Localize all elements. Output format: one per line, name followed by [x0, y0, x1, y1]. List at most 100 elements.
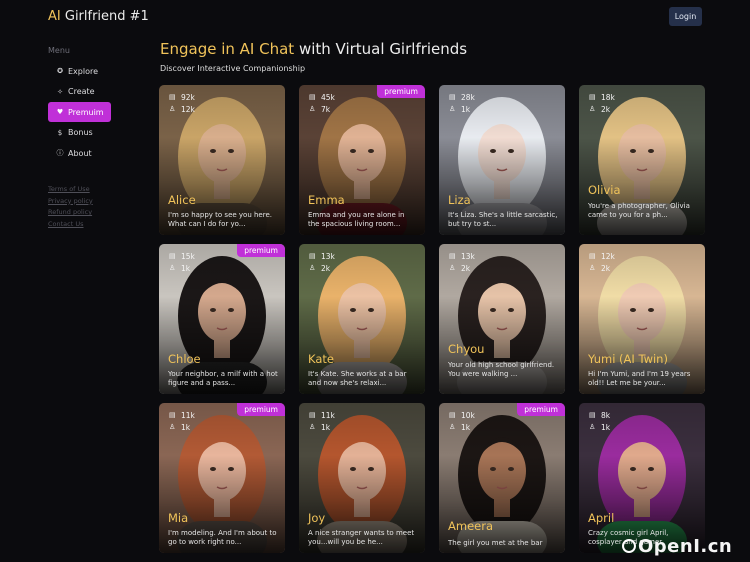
message-count: ▤ 92k [169, 91, 195, 103]
refund-link[interactable]: Refund policy [48, 208, 118, 216]
user-count-value: 2k [321, 263, 331, 273]
premium-badge: premium [517, 403, 565, 416]
nav-item-label: About [68, 148, 92, 158]
character-card[interactable]: ▤ 18k ♙ 2k Olivia You're a photographer, O… [579, 85, 705, 235]
user-icon: ♙ [589, 264, 596, 272]
terms-link[interactable]: Terms of Use [48, 185, 118, 193]
login-button[interactable]: Login [669, 7, 702, 26]
message-count: ▤ 13k [449, 250, 475, 262]
character-name: Chloe [168, 352, 201, 366]
message-count-value: 11k [181, 410, 195, 420]
watermark-logo-icon [622, 539, 636, 553]
message-icon: ▤ [449, 93, 456, 101]
user-icon: ♙ [169, 264, 176, 272]
user-count-value: 12k [181, 104, 195, 114]
character-description: I'm modeling. And I'm about to go to wor… [168, 529, 277, 546]
menu-label: Menu [48, 46, 70, 55]
user-count: ♙ 1k [309, 421, 335, 433]
sidebar: Menu ✪ Explore ✧ Create ♥ Premuim $ Bonu… [48, 46, 118, 231]
message-count-value: 18k [601, 92, 615, 102]
message-count: ▤ 28k [449, 91, 475, 103]
card-stats: ▤ 18k ♙ 2k [589, 91, 615, 115]
user-count-value: 1k [181, 422, 191, 432]
character-card[interactable]: ▤ 11k ♙ 1k Joy A nice stranger wants to me… [299, 403, 425, 553]
user-count-value: 7k [321, 104, 331, 114]
sparkle-icon: ✧ [57, 87, 63, 96]
user-icon: ♙ [449, 264, 456, 272]
card-stats: ▤ 13k ♙ 2k [309, 250, 335, 274]
nav-item-bonus[interactable]: $ Bonus [48, 123, 111, 143]
character-name: Ameera [448, 519, 493, 533]
message-count-value: 12k [601, 251, 615, 261]
message-icon: ▤ [589, 252, 596, 260]
message-icon: ▤ [169, 252, 176, 260]
message-count: ▤ 11k [169, 409, 195, 421]
character-card[interactable]: ▤ 8k ♙ 1k April Crazy cosmic girl April, c… [579, 403, 705, 553]
message-icon: ▤ [309, 252, 316, 260]
message-icon: ▤ [449, 411, 456, 419]
character-name: Alice [168, 193, 196, 207]
message-count-value: 10k [461, 410, 475, 420]
user-count-value: 2k [601, 104, 611, 114]
character-description: The girl you met at the bar [448, 539, 543, 547]
character-card[interactable]: ▤ 13k ♙ 2k Kate It's Kate. She works at a … [299, 244, 425, 394]
privacy-link[interactable]: Privacy policy [48, 197, 118, 205]
message-icon: ▤ [309, 411, 316, 419]
card-stats: ▤ 11k ♙ 1k [169, 409, 195, 433]
character-card[interactable]: ▤ 11k ♙ 1k premium Mia I'm modeling. And I… [159, 403, 285, 553]
message-count: ▤ 8k [589, 409, 610, 421]
user-count: ♙ 1k [169, 421, 195, 433]
card-stats: ▤ 28k ♙ 1k [449, 91, 475, 115]
message-count: ▤ 15k [169, 250, 195, 262]
character-description: Hi I'm Yumi, and I'm 19 years old!! Let … [588, 370, 691, 387]
message-count-value: 28k [461, 92, 475, 102]
character-card[interactable]: ▤ 45k ♙ 7k premium Emma Emma and you are a… [299, 85, 425, 235]
nav-item-explore[interactable]: ✪ Explore [48, 61, 111, 81]
page-subtitle: Discover Interactive Companionship [160, 64, 306, 73]
user-icon: ♙ [169, 423, 176, 431]
title-rest: with Virtual Girlfriends [294, 40, 468, 58]
character-description: I'm so happy to see you here. What can I… [168, 211, 272, 228]
message-count: ▤ 10k [449, 409, 475, 421]
message-count: ▤ 11k [309, 409, 335, 421]
nav-item-premium[interactable]: ♥ Premuim [48, 102, 111, 122]
user-count-value: 1k [461, 104, 471, 114]
user-count-value: 1k [321, 422, 331, 432]
character-card[interactable]: ▤ 12k ♙ 2k Yumi (AI Twin) Hi I'm Yumi, and… [579, 244, 705, 394]
message-count: ▤ 12k [589, 250, 615, 262]
character-name: Emma [308, 193, 345, 207]
character-description: A nice stranger wants to meet you...will… [308, 529, 415, 546]
top-bar: AI Girlfriend #1 Login [0, 0, 750, 34]
character-name: Liza [448, 193, 471, 207]
user-count: ♙ 7k [309, 103, 335, 115]
brand-logo[interactable]: AI Girlfriend #1 [48, 9, 149, 24]
character-card[interactable]: ▤ 92k ♙ 12k Alice I'm so happy to see you … [159, 85, 285, 235]
nav-item-about[interactable]: ⓘ About [48, 143, 111, 163]
character-name: April [588, 511, 615, 525]
character-card[interactable]: ▤ 10k ♙ 1k premium Ameera The girl you met… [439, 403, 565, 553]
user-icon: ♙ [589, 423, 596, 431]
user-count: ♙ 1k [169, 262, 195, 274]
character-card[interactable]: ▤ 15k ♙ 1k premium Chloe Your neighbor, a … [159, 244, 285, 394]
message-count-value: 45k [321, 92, 335, 102]
message-count-value: 13k [461, 251, 475, 261]
nav-item-create[interactable]: ✧ Create [48, 82, 111, 102]
message-icon: ▤ [169, 411, 176, 419]
card-stats: ▤ 92k ♙ 12k [169, 91, 195, 115]
character-name: Mia [168, 511, 189, 525]
message-icon: ▤ [309, 93, 316, 101]
character-card[interactable]: ▤ 28k ♙ 1k Liza It's Liza. She's a little … [439, 85, 565, 235]
message-count-value: 8k [601, 410, 611, 420]
card-stats: ▤ 11k ♙ 1k [309, 409, 335, 433]
user-count: ♙ 2k [449, 262, 475, 274]
character-card[interactable]: ▤ 13k ♙ 2k Chyou Your old high school girl… [439, 244, 565, 394]
card-stats: ▤ 10k ♙ 1k [449, 409, 475, 433]
user-icon: ♙ [309, 264, 316, 272]
user-icon: ♙ [449, 423, 456, 431]
message-count: ▤ 45k [309, 91, 335, 103]
nav-item-label: Premuim [68, 107, 104, 117]
character-description: Your old high school girlfriend. You wer… [448, 361, 555, 378]
contact-link[interactable]: Contact Us [48, 220, 118, 228]
premium-badge: premium [237, 403, 285, 416]
character-description: It's Liza. She's a little sarcastic, but… [448, 211, 558, 228]
